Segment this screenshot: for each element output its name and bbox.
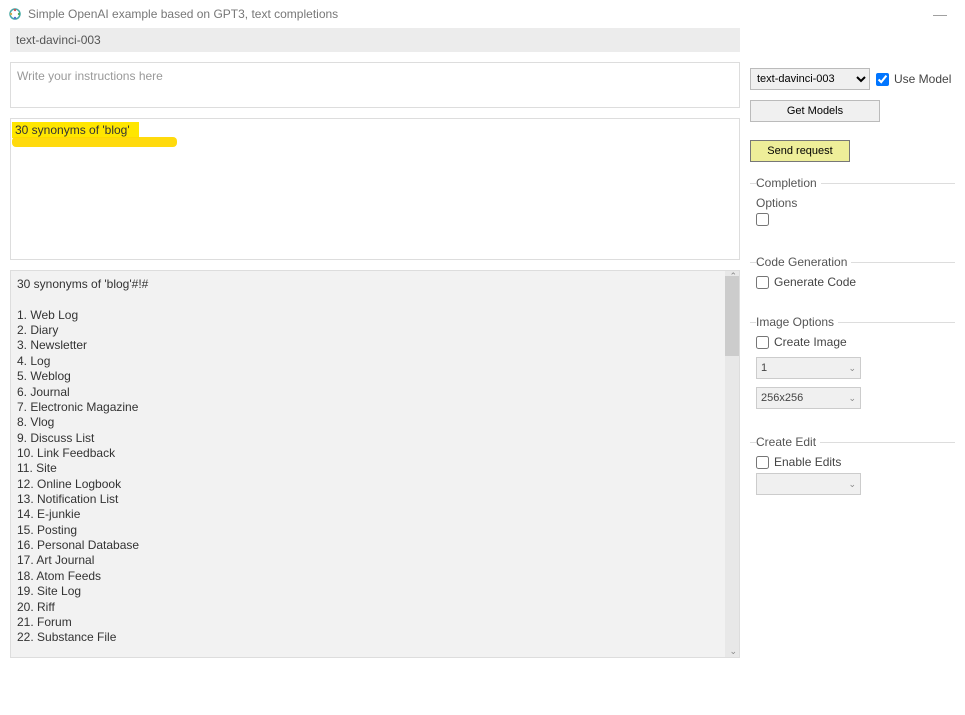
send-request-button[interactable]: Send request [750,140,850,162]
options-checkbox[interactable] [756,213,769,226]
app-icon [8,7,22,21]
options-label: Options [756,196,955,210]
prompt-input[interactable]: 30 synonyms of 'blog' [10,118,740,260]
output-textarea[interactable]: 30 synonyms of 'blog'#!# 1. Web Log 2. D… [10,270,740,658]
create-image-label: Create Image [774,335,847,349]
prompt-text: 30 synonyms of 'blog' [15,123,735,137]
use-model-label: Use Model [894,72,951,86]
use-model-checkbox[interactable]: Use Model [876,72,951,86]
scroll-thumb[interactable] [725,276,739,356]
image-count-select[interactable]: 1 ⌄ [756,357,861,379]
image-size-value: 256x256 [761,392,803,404]
create-edit-legend: Create Edit [756,435,820,449]
image-count-value: 1 [761,362,767,374]
image-options-panel: Image Options Create Image 1 ⌄ 256x256 ⌄ [750,315,955,421]
create-edit-panel: Create Edit Enable Edits ⌄ [750,435,955,507]
generate-code-checkbox[interactable]: Generate Code [756,275,955,289]
codegen-panel: Code Generation Generate Code [750,255,955,301]
enable-edits-checkbox[interactable]: Enable Edits [756,455,955,469]
scrollbar[interactable]: ⌃ ⌄ [725,271,739,657]
model-select[interactable]: text-davinci-003 [750,68,870,90]
image-options-legend: Image Options [756,315,838,329]
model-name-label: text-davinci-003 [10,28,740,52]
completion-legend: Completion [756,176,821,190]
get-models-button[interactable]: Get Models [750,100,880,122]
use-model-checkbox-input[interactable] [876,73,889,86]
chevron-down-icon: ⌄ [848,393,856,404]
minimize-icon[interactable]: — [933,6,957,22]
scroll-down-icon[interactable]: ⌄ [729,646,737,657]
completion-panel: Completion Options [750,176,955,241]
enable-edits-label: Enable Edits [774,455,841,469]
generate-code-label: Generate Code [774,275,856,289]
window-title: Simple OpenAI example based on GPT3, tex… [28,7,338,21]
codegen-legend: Code Generation [756,255,851,269]
instructions-input[interactable]: Write your instructions here [10,62,740,108]
create-image-checkbox[interactable]: Create Image [756,335,955,349]
output-text: 30 synonyms of 'blog'#!# 1. Web Log 2. D… [11,271,739,652]
edit-select[interactable]: ⌄ [756,473,861,495]
enable-edits-checkbox-input[interactable] [756,456,769,469]
title-bar: Simple OpenAI example based on GPT3, tex… [0,0,965,28]
chevron-down-icon: ⌄ [848,363,856,374]
image-size-select[interactable]: 256x256 ⌄ [756,387,861,409]
highlight-marker-tail [12,137,177,147]
generate-code-checkbox-input[interactable] [756,276,769,289]
chevron-down-icon: ⌄ [848,479,856,490]
create-image-checkbox-input[interactable] [756,336,769,349]
